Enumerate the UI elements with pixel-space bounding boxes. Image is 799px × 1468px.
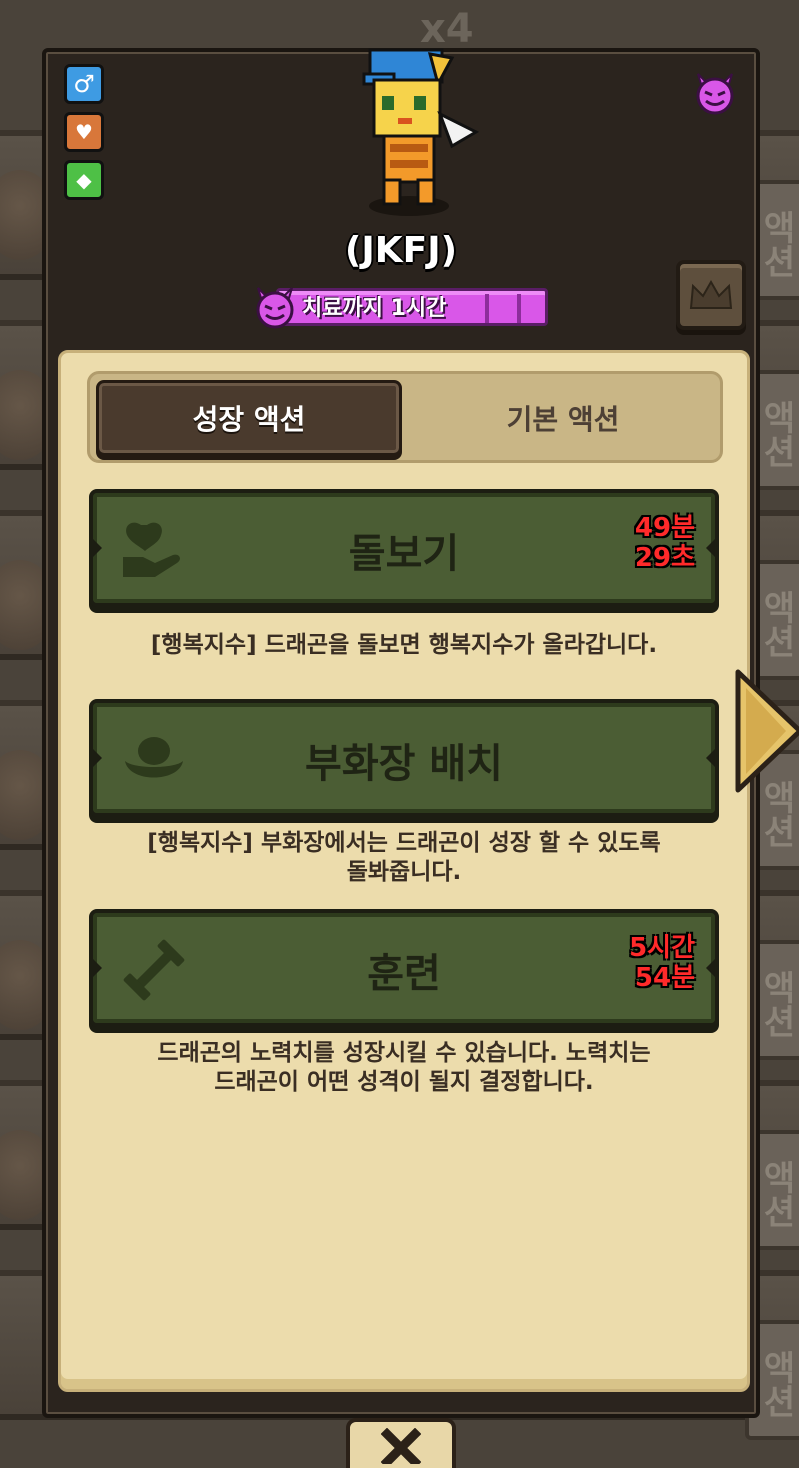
crown-icon [689, 280, 733, 309]
training-button[interactable]: 훈련 5시간 54분 [89, 909, 719, 1027]
training-timer-minutes: 54분 [634, 963, 695, 993]
care-button[interactable]: 돌보기 49분 29초 [89, 489, 719, 607]
heart-icon[interactable]: ♥ [64, 112, 104, 152]
care-timer-minutes: 49분 [634, 513, 695, 543]
care-timer: 49분 29초 [635, 513, 695, 573]
treatment-status-bar: 치료까지 1시간 [252, 287, 548, 329]
gem-icon[interactable]: ◆ [64, 160, 104, 200]
dragon-name: (JKFJ) [344, 230, 458, 271]
status-bar-segment [485, 294, 489, 323]
close-icon [381, 1428, 421, 1464]
training-label: 훈련 [367, 951, 441, 997]
place-in-incubator-button[interactable]: 부화장 배치 [89, 699, 719, 817]
training-timer: 5시간 54분 [629, 933, 695, 993]
training-description: 드래곤의 노력치를 성장시킬 수 있습니다. 노력치는 드래곤이 어떤 성격이 … [89, 1039, 719, 1097]
devil-icon[interactable] [692, 70, 738, 116]
care-timer-seconds: 29초 [634, 543, 695, 573]
next-arrow-icon[interactable] [734, 668, 799, 794]
training-description-line: 드래곤이 어떤 성격이 될지 결정합니다. [214, 1069, 594, 1095]
status-bar-segment [517, 294, 521, 323]
incubator-description-line: 돌봐줍니다. [346, 859, 462, 885]
devil-status-icon [256, 287, 294, 329]
action-tabs: 성장 액션 기본 액션 [87, 371, 723, 463]
training-timer-hours: 5시간 [629, 933, 695, 963]
dragon-detail-modal: ♂ ♥ ◆ (JKFJ) 치료까지 1시간 성장 액션 기본 액션 돌보기 49… [42, 48, 760, 1418]
incubator-label: 부화장 배치 [305, 741, 503, 787]
close-button[interactable] [346, 1418, 456, 1468]
incubator-description-line: [행복지수] 부화장에서는 드래곤이 성장 할 수 있도록 [147, 830, 661, 856]
incubator-description: [행복지수] 부화장에서는 드래곤이 성장 할 수 있도록 돌봐줍니다. [89, 829, 719, 887]
crown-button[interactable] [676, 260, 746, 330]
status-text: 치료까지 1시간 [302, 296, 447, 321]
action-panel: 성장 액션 기본 액션 돌보기 49분 29초 [행복지수] 드래곤을 돌보면 … [58, 350, 750, 1392]
care-label: 돌보기 [348, 531, 460, 577]
male-icon[interactable]: ♂ [64, 64, 104, 104]
tab-basic-actions[interactable]: 기본 액션 [410, 380, 716, 456]
training-description-line: 드래곤의 노력치를 성장시킬 수 있습니다. 노력치는 [157, 1040, 651, 1066]
dragon-portrait [362, 48, 480, 216]
tab-growth-actions[interactable]: 성장 액션 [96, 380, 402, 456]
care-description: [행복지수] 드래곤을 돌보면 행복지수가 올라갑니다. [150, 632, 658, 658]
